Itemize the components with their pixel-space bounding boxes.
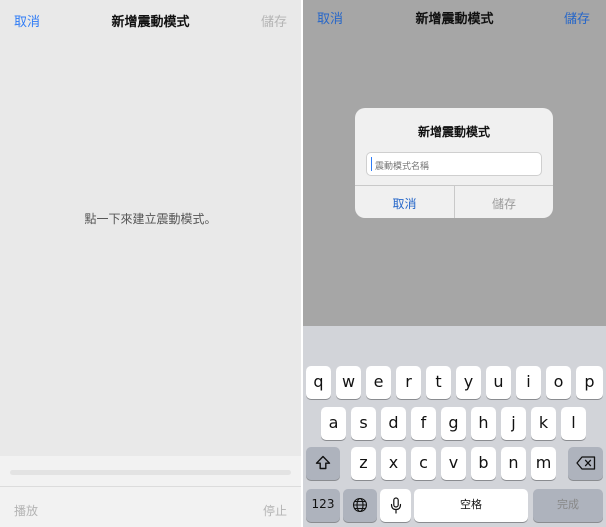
dialog-save-button[interactable]: 儲存 [455, 195, 553, 212]
key-f[interactable]: f [411, 407, 436, 440]
key-b[interactable]: b [471, 447, 496, 480]
shift-icon [315, 455, 331, 470]
key-y[interactable]: y [456, 366, 481, 399]
globe-key[interactable] [343, 489, 377, 522]
vibration-timeline [10, 470, 291, 475]
key-i[interactable]: i [516, 366, 541, 399]
numbers-key[interactable]: 123 [306, 489, 340, 522]
key-u[interactable]: u [486, 366, 511, 399]
page-title: 新增震動模式 [111, 15, 190, 30]
stop-button[interactable]: 停止 [263, 502, 287, 519]
key-e[interactable]: e [366, 366, 391, 399]
key-w[interactable]: w [336, 366, 361, 399]
dialog-title: 新增震動模式 [417, 125, 490, 139]
key-v[interactable]: v [441, 447, 466, 480]
globe-icon [352, 497, 368, 512]
save-button[interactable]: 儲存 [261, 11, 287, 30]
tap-hint-text[interactable]: 點一下來建立震動模式。 [0, 210, 301, 227]
key-o[interactable]: o [546, 366, 571, 399]
toolbar-divider [0, 486, 301, 487]
key-x[interactable]: x [381, 447, 406, 480]
space-key[interactable]: 空格 [414, 489, 528, 522]
keyboard: q w e r t y u i o p a s d f g h j k l z … [303, 326, 606, 527]
save-button[interactable]: 儲存 [564, 8, 590, 27]
dialog-cancel-button[interactable]: 取消 [355, 195, 454, 212]
text-cursor [371, 157, 372, 171]
key-g[interactable]: g [441, 407, 466, 440]
shift-key[interactable] [306, 447, 340, 480]
mic-icon [390, 495, 402, 514]
key-c[interactable]: c [411, 447, 436, 480]
key-l[interactable]: l [561, 407, 586, 440]
done-key[interactable]: 完成 [533, 489, 603, 522]
right-screen: 取消 新增震動模式 儲存 新增震動模式 取消 儲存 q w e r t y u … [303, 0, 606, 527]
delete-icon [575, 455, 596, 470]
left-screen: 取消 新增震動模式 儲存 點一下來建立震動模式。 播放 停止 [0, 0, 301, 527]
page-title: 新增震動模式 [415, 12, 494, 27]
key-r[interactable]: r [396, 366, 421, 399]
delete-key[interactable] [568, 447, 603, 480]
name-dialog: 新增震動模式 取消 儲存 [355, 108, 553, 218]
key-q[interactable]: q [306, 366, 331, 399]
key-n[interactable]: n [501, 447, 526, 480]
key-t[interactable]: t [426, 366, 451, 399]
key-h[interactable]: h [471, 407, 496, 440]
dictation-key[interactable] [380, 489, 411, 522]
play-button[interactable]: 播放 [14, 502, 38, 519]
key-j[interactable]: j [501, 407, 526, 440]
key-z[interactable]: z [351, 447, 376, 480]
key-s[interactable]: s [351, 407, 376, 440]
key-d[interactable]: d [381, 407, 406, 440]
bottom-toolbar: 播放 停止 [0, 456, 301, 527]
key-a[interactable]: a [321, 407, 346, 440]
key-m[interactable]: m [531, 447, 556, 480]
key-k[interactable]: k [531, 407, 556, 440]
key-p[interactable]: p [576, 366, 603, 399]
pattern-name-input[interactable] [366, 152, 542, 176]
